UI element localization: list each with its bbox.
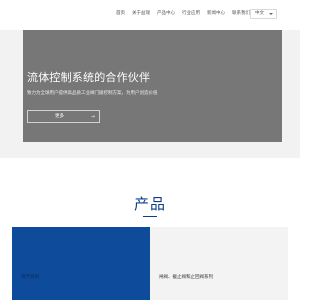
products-section-title: 产品 xyxy=(133,195,166,213)
language-select[interactable]: 中文 xyxy=(250,9,277,19)
language-select-value: 中文 xyxy=(255,11,264,16)
nav-item-contact[interactable]: 联系我们 xyxy=(232,9,250,19)
hero-title: 流体控制系统的合作伙伴 xyxy=(27,71,151,84)
main-nav: 首页 关于益瑞 产品中心 行业应用 新闻中心 联系我们 xyxy=(116,9,257,19)
nav-item-news[interactable]: 新闻中心 xyxy=(207,9,225,19)
top-header: 首页 关于益瑞 产品中心 行业应用 新闻中心 联系我们 中文 xyxy=(0,0,300,30)
product-card-control[interactable]: 调节系列 xyxy=(12,227,150,300)
more-button[interactable]: 更多 → xyxy=(27,110,100,123)
title-underline xyxy=(143,216,157,217)
arrow-right-icon: → xyxy=(90,114,95,120)
product-card-valves[interactable]: 闸阀、截止阀和止回阀系列 xyxy=(150,227,288,300)
hero-panel xyxy=(23,30,282,142)
nav-item-industry[interactable]: 行业应用 xyxy=(182,9,200,19)
hero-subtitle: 致力为全球用户提供高品质工业阀门级控制方案，为用户创造价值 xyxy=(27,91,158,96)
more-button-label: 更多 xyxy=(55,114,64,119)
chevron-down-icon xyxy=(269,13,273,15)
product-card-label: 调节系列 xyxy=(21,275,39,280)
nav-item-products[interactable]: 产品中心 xyxy=(157,9,175,19)
nav-item-about[interactable]: 关于益瑞 xyxy=(132,9,150,19)
product-card-label: 闸阀、截止阀和止回阀系列 xyxy=(159,275,213,280)
nav-item-home[interactable]: 首页 xyxy=(116,9,125,19)
